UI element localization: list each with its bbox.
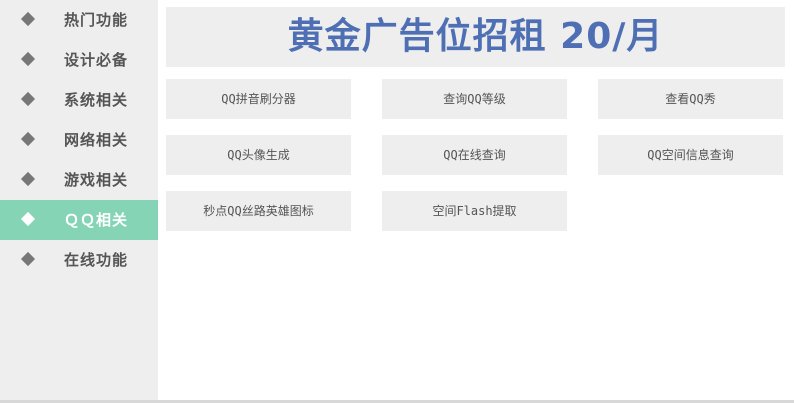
- tool-button-qzone-flash-extract[interactable]: 空间Flash提取: [382, 191, 567, 231]
- sidebar-item-label: 热门功能: [64, 11, 129, 29]
- diamond-bullet-icon: [20, 51, 36, 67]
- sidebar-item-system[interactable]: 系统相关: [0, 80, 158, 120]
- sidebar-item-label: 系统相关: [64, 91, 129, 109]
- sidebar-item-online[interactable]: 在线功能: [0, 240, 158, 280]
- diamond-bullet-icon: [20, 211, 36, 227]
- diamond-bullet-icon: [20, 171, 36, 187]
- tool-button-qq-silk-road-icon[interactable]: 秒点QQ丝路英雄图标: [166, 191, 351, 231]
- diamond-bullet-icon: [20, 251, 36, 267]
- diamond-bullet-icon: [20, 131, 36, 147]
- ad-banner[interactable]: 黄金广告位招租 20/月: [166, 7, 785, 67]
- diamond-bullet-icon: [20, 11, 36, 27]
- sidebar-item-label: 在线功能: [64, 251, 129, 269]
- sidebar: 热门功能 设计必备 系统相关 网络相关 游戏相关 ＱＱ相关 在线功能: [0, 0, 158, 400]
- sidebar-item-label: ＱＱ相关: [64, 211, 129, 229]
- sidebar-item-label: 游戏相关: [64, 171, 129, 189]
- tool-button-qq-online-query[interactable]: QQ在线查询: [382, 135, 567, 175]
- tool-button-qzone-info-query[interactable]: QQ空间信息查询: [598, 135, 783, 175]
- tool-button-qq-avatar-generator[interactable]: QQ头像生成: [166, 135, 351, 175]
- sidebar-item-network[interactable]: 网络相关: [0, 120, 158, 160]
- tool-button-qq-level-query[interactable]: 查询QQ等级: [382, 79, 567, 119]
- page: 热门功能 设计必备 系统相关 网络相关 游戏相关 ＱＱ相关 在线功能 黄金广告位…: [0, 0, 794, 403]
- sidebar-item-qq[interactable]: ＱＱ相关: [0, 200, 158, 240]
- sidebar-item-design-essentials[interactable]: 设计必备: [0, 40, 158, 80]
- sidebar-item-hot-features[interactable]: 热门功能: [0, 0, 158, 40]
- tool-button-view-qq-show[interactable]: 查看QQ秀: [598, 79, 783, 119]
- tool-button-qq-pinyin-booster[interactable]: QQ拼音刷分器: [166, 79, 351, 119]
- sidebar-item-games[interactable]: 游戏相关: [0, 160, 158, 200]
- sidebar-item-label: 设计必备: [64, 51, 129, 69]
- diamond-bullet-icon: [20, 91, 36, 107]
- sidebar-item-label: 网络相关: [64, 131, 129, 149]
